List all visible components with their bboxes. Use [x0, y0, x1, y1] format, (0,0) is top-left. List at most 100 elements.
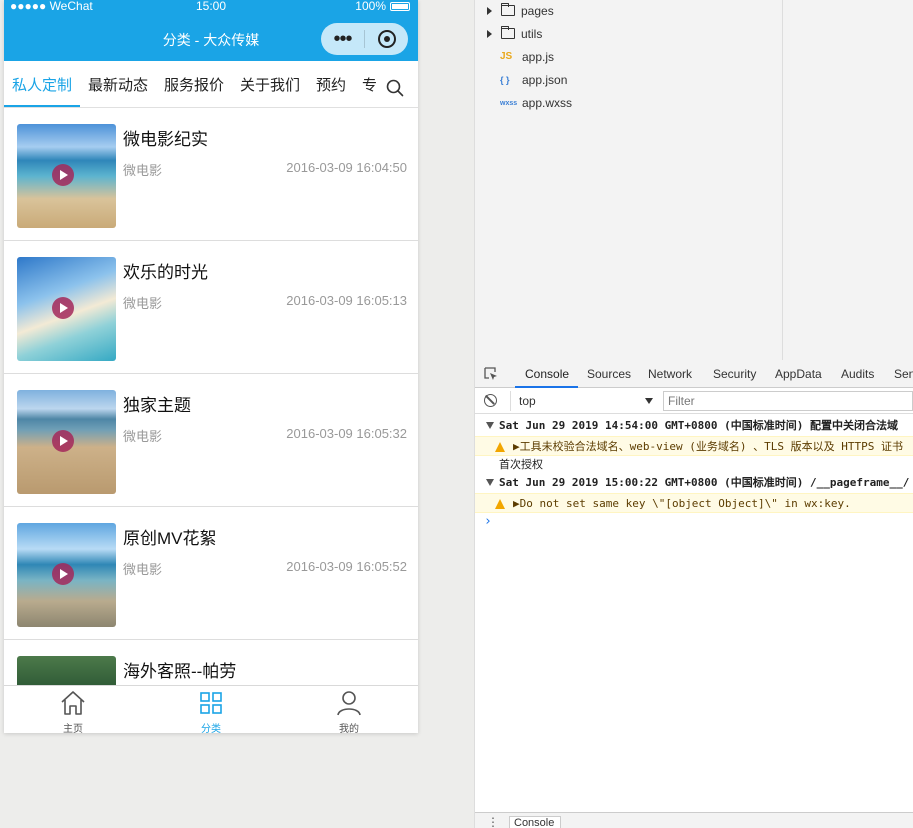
- editor-area: [783, 0, 913, 360]
- video-thumbnail: [17, 257, 116, 361]
- video-title: 独家主题: [123, 396, 191, 415]
- video-thumbnail: [17, 523, 116, 627]
- tab-console[interactable]: Console: [525, 367, 569, 381]
- video-list: 微电影纪实 微电影 2016-03-09 16:04:50 欢乐的时光 微电影 …: [4, 108, 418, 685]
- tab-private-custom[interactable]: 私人定制: [12, 74, 72, 95]
- target-icon: [377, 30, 396, 48]
- warning-icon: [495, 442, 505, 452]
- tab-network[interactable]: Network: [648, 367, 692, 381]
- tabbar-mine[interactable]: 我的: [280, 686, 418, 733]
- tree-item-pages[interactable]: pages: [487, 3, 637, 19]
- battery-percent: 100%: [355, 0, 386, 13]
- tab-audits[interactable]: Audits: [841, 367, 874, 381]
- log-text: Sat Jun 29 2019 14:54:00 GMT+0800 (中国标准时…: [499, 419, 899, 432]
- warning-icon: [495, 499, 505, 509]
- devtools-panel: Console Sources Network Security AppData…: [474, 360, 913, 828]
- tab-about-us[interactable]: 关于我们: [240, 74, 300, 95]
- log-group-header[interactable]: Sat Jun 29 2019 15:00:22 GMT+0800 (中国标准时…: [475, 474, 913, 492]
- context-select[interactable]: top: [510, 391, 657, 411]
- tab-security[interactable]: Security: [713, 367, 756, 381]
- video-time: 2016-03-09 16:05:13: [286, 293, 407, 308]
- list-item[interactable]: 欢乐的时光 微电影 2016-03-09 16:05:13: [4, 241, 418, 374]
- dropdown-caret-icon: [645, 398, 653, 404]
- play-icon: [52, 430, 74, 452]
- tabbar-mine-label: 我的: [339, 724, 359, 733]
- play-icon: [52, 563, 74, 585]
- tree-item-label: app.json: [522, 73, 568, 87]
- close-miniprogram-button[interactable]: [365, 30, 408, 48]
- list-item[interactable]: 独家主题 微电影 2016-03-09 16:05:32: [4, 374, 418, 507]
- video-time: 2016-03-09 16:04:50: [286, 160, 407, 175]
- video-title: 微电影纪实: [123, 130, 208, 149]
- expand-arrow-icon: [487, 7, 492, 15]
- tab-service-price[interactable]: 服务报价: [164, 74, 224, 95]
- devtools-drawer: ⋮ Console: [475, 812, 913, 828]
- video-category: 微电影: [123, 296, 163, 311]
- tree-item-app-wxss[interactable]: wxss app.wxss: [500, 95, 650, 111]
- log-warning[interactable]: ▶Do not set same key \"[object Object]\"…: [475, 493, 913, 513]
- status-bar: ●●●●● WeChat 15:00 100%: [4, 0, 418, 14]
- context-value: top: [519, 394, 536, 408]
- log-text: Sat Jun 29 2019 15:00:22 GMT+0800 (中国标准时…: [499, 476, 910, 489]
- tab-special[interactable]: 专: [362, 74, 377, 95]
- grid-icon: [200, 692, 222, 714]
- tab-latest-news[interactable]: 最新动态: [88, 74, 148, 95]
- folder-icon: [501, 3, 515, 16]
- menu-capsule: •••: [321, 23, 408, 55]
- video-title: 原创MV花絮: [123, 529, 217, 548]
- wxss-file-icon: wxss: [500, 100, 518, 107]
- devtools-tabs: Console Sources Network Security AppData…: [475, 360, 913, 388]
- play-icon: [52, 297, 74, 319]
- tab-sensors[interactable]: Sen: [894, 367, 913, 381]
- tabbar-category[interactable]: 分类: [142, 686, 280, 733]
- tabbar-home-label: 主页: [63, 724, 83, 733]
- console-toolbar: top Filter: [475, 388, 913, 414]
- tree-item-utils[interactable]: utils: [487, 26, 637, 42]
- video-title: 海外客照--帕劳: [123, 662, 237, 681]
- tree-item-label: utils: [521, 27, 543, 41]
- json-file-icon: { }: [500, 75, 510, 85]
- log-text: ▶Do not set same key \"[object Object]\"…: [513, 497, 851, 510]
- collapse-triangle-icon: [486, 479, 494, 486]
- list-item[interactable]: 海外客照--帕劳: [4, 640, 418, 685]
- video-thumbnail: [17, 656, 116, 685]
- tabbar-home[interactable]: 主页: [4, 686, 142, 733]
- tree-item-label: pages: [521, 4, 554, 18]
- drawer-tab-console[interactable]: Console: [509, 816, 561, 828]
- tab-booking[interactable]: 预约: [316, 74, 346, 95]
- bottom-tab-bar: 主页 分类 我的: [4, 685, 418, 733]
- collapse-triangle-icon: [486, 422, 494, 429]
- simulator-phone: ●●●●● WeChat 15:00 100% 分类 - 大众传媒 ••• 私人…: [4, 0, 418, 733]
- video-category: 微电影: [123, 429, 163, 444]
- console-prompt[interactable]: ›: [484, 514, 492, 529]
- log-text: ▶工具未校验合法域名、web-view (业务域名) 、TLS 版本以及 HTT…: [513, 440, 903, 453]
- js-file-icon: JS: [500, 51, 513, 62]
- battery-icon: [390, 2, 410, 11]
- log-group-header[interactable]: Sat Jun 29 2019 14:54:00 GMT+0800 (中国标准时…: [475, 417, 913, 435]
- video-time: 2016-03-09 16:05:52: [286, 559, 407, 574]
- active-tab-indicator: [4, 105, 80, 107]
- video-time: 2016-03-09 16:05:32: [286, 426, 407, 441]
- tab-sources[interactable]: Sources: [587, 367, 631, 381]
- folder-icon: [501, 26, 515, 39]
- log-warning[interactable]: ▶工具未校验合法域名、web-view (业务域名) 、TLS 版本以及 HTT…: [475, 436, 913, 456]
- tabbar-category-label: 分类: [201, 724, 221, 733]
- drawer-menu-icon[interactable]: ⋮: [487, 815, 499, 828]
- more-button[interactable]: •••: [321, 23, 364, 55]
- list-item[interactable]: 原创MV花絮 微电影 2016-03-09 16:05:52: [4, 507, 418, 640]
- tab-appdata[interactable]: AppData: [775, 367, 822, 381]
- tree-item-app-json[interactable]: { } app.json: [500, 72, 650, 88]
- video-title: 欢乐的时光: [123, 263, 208, 282]
- list-item[interactable]: 微电影纪实 微电影 2016-03-09 16:04:50: [4, 108, 418, 241]
- nav-bar: 分类 - 大众传媒 •••: [4, 14, 418, 61]
- expand-arrow-icon: [487, 30, 492, 38]
- inspect-icon: [484, 367, 497, 380]
- inspect-element-button[interactable]: [484, 367, 498, 381]
- clear-console-icon[interactable]: [484, 394, 497, 407]
- tree-item-app-js[interactable]: JS app.js: [500, 49, 650, 65]
- file-tree-panel: pages utils JS app.js { } app.json wxss …: [474, 0, 783, 360]
- category-tabs: 私人定制 最新动态 服务报价 关于我们 预约 专: [4, 61, 418, 108]
- console-filter-input[interactable]: Filter: [663, 391, 913, 411]
- search-button[interactable]: [384, 77, 406, 99]
- user-icon: [337, 691, 361, 716]
